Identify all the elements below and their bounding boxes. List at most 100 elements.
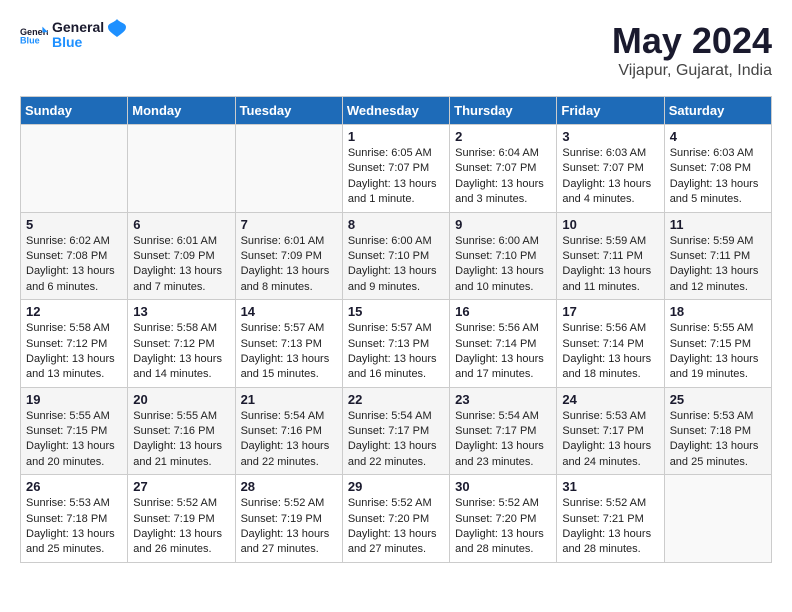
day-info: Sunrise: 5:58 AMSunset: 7:12 PMDaylight:… (26, 321, 122, 383)
calendar-cell: 26 Sunrise: 5:53 AMSunset: 7:18 PMDayligh… (21, 475, 128, 563)
day-info: Sunrise: 5:59 AMSunset: 7:11 PMDaylight:… (562, 234, 658, 296)
day-info: Sunrise: 5:55 AMSunset: 7:15 PMDaylight:… (26, 409, 122, 471)
day-info: Sunrise: 5:53 AMSunset: 7:18 PMDaylight:… (670, 409, 766, 471)
day-info: Sunrise: 5:52 AMSunset: 7:20 PMDaylight:… (348, 496, 444, 558)
calendar-cell: 10Sunrise: 5:59 AMSunset: 7:11 PMDayligh… (557, 212, 664, 300)
day-number: 19 (26, 392, 122, 407)
day-number: 5 (26, 217, 122, 232)
calendar-cell (235, 125, 342, 213)
day-number: 23 (455, 392, 551, 407)
location-subtitle: Vijapur, Gujarat, India (612, 62, 772, 80)
day-info: Sunrise: 5:52 AMSunset: 7:21 PMDaylight:… (562, 496, 658, 558)
calendar-cell: 28 Sunrise: 5:52 AMSunset: 7:19 PMDayligh… (235, 475, 342, 563)
calendar-cell: 19 Sunrise: 5:55 AMSunset: 7:15 PMDayligh… (21, 387, 128, 475)
day-info: Sunrise: 5:56 AMSunset: 7:14 PMDaylight:… (562, 321, 658, 383)
day-number: 20 (133, 392, 229, 407)
month-year-title: May 2024 (612, 20, 772, 62)
calendar-cell: 25 Sunrise: 5:53 AMSunset: 7:18 PMDayligh… (664, 387, 771, 475)
calendar-cell: 14Sunrise: 5:57 AMSunset: 7:13 PMDayligh… (235, 300, 342, 388)
calendar-week-2: 5 Sunrise: 6:02 AMSunset: 7:08 PMDaylight… (21, 212, 772, 300)
header-sunday: Sunday (21, 97, 128, 125)
calendar-week-3: 12 Sunrise: 5:58 AMSunset: 7:12 PMDayligh… (21, 300, 772, 388)
logo: General Blue General Blue (20, 20, 126, 51)
day-number: 31 (562, 479, 658, 494)
day-number: 27 (133, 479, 229, 494)
calendar-cell: 3 Sunrise: 6:03 AMSunset: 7:07 PMDaylight… (557, 125, 664, 213)
header-thursday: Thursday (450, 97, 557, 125)
page-header: General Blue General Blue May 2024 Vijap… (20, 20, 772, 80)
day-number: 4 (670, 129, 766, 144)
calendar-cell: 11Sunrise: 5:59 AMSunset: 7:11 PMDayligh… (664, 212, 771, 300)
day-number: 6 (133, 217, 229, 232)
day-number: 24 (562, 392, 658, 407)
day-info: Sunrise: 5:58 AMSunset: 7:12 PMDaylight:… (133, 321, 229, 383)
day-number: 12 (26, 304, 122, 319)
day-info: Sunrise: 6:02 AMSunset: 7:08 PMDaylight:… (26, 234, 122, 296)
day-info: Sunrise: 6:05 AMSunset: 7:07 PMDaylight:… (348, 146, 444, 208)
day-info: Sunrise: 5:54 AMSunset: 7:17 PMDaylight:… (455, 409, 551, 471)
calendar-cell: 15 Sunrise: 5:57 AMSunset: 7:13 PMDayligh… (342, 300, 449, 388)
calendar-week-1: 1Sunrise: 6:05 AMSunset: 7:07 PMDaylight… (21, 125, 772, 213)
day-number: 2 (455, 129, 551, 144)
logo-bird-icon (108, 19, 126, 41)
day-info: Sunrise: 6:00 AMSunset: 7:10 PMDaylight:… (455, 234, 551, 296)
day-number: 3 (562, 129, 658, 144)
day-number: 8 (348, 217, 444, 232)
calendar-cell (664, 475, 771, 563)
calendar-cell: 1Sunrise: 6:05 AMSunset: 7:07 PMDaylight… (342, 125, 449, 213)
calendar-cell: 12 Sunrise: 5:58 AMSunset: 7:12 PMDayligh… (21, 300, 128, 388)
day-number: 9 (455, 217, 551, 232)
day-number: 26 (26, 479, 122, 494)
header-friday: Friday (557, 97, 664, 125)
calendar-cell: 23 Sunrise: 5:54 AMSunset: 7:17 PMDayligh… (450, 387, 557, 475)
calendar-cell: 21Sunrise: 5:54 AMSunset: 7:16 PMDayligh… (235, 387, 342, 475)
day-info: Sunrise: 5:52 AMSunset: 7:19 PMDaylight:… (241, 496, 337, 558)
calendar-cell (21, 125, 128, 213)
svg-text:Blue: Blue (20, 36, 40, 46)
calendar-header-row: SundayMondayTuesdayWednesdayThursdayFrid… (21, 97, 772, 125)
day-info: Sunrise: 6:03 AMSunset: 7:07 PMDaylight:… (562, 146, 658, 208)
day-info: Sunrise: 5:55 AMSunset: 7:16 PMDaylight:… (133, 409, 229, 471)
calendar-cell: 29 Sunrise: 5:52 AMSunset: 7:20 PMDayligh… (342, 475, 449, 563)
day-info: Sunrise: 5:56 AMSunset: 7:14 PMDaylight:… (455, 321, 551, 383)
day-info: Sunrise: 5:52 AMSunset: 7:19 PMDaylight:… (133, 496, 229, 558)
header-monday: Monday (128, 97, 235, 125)
day-info: Sunrise: 5:55 AMSunset: 7:15 PMDaylight:… (670, 321, 766, 383)
header-saturday: Saturday (664, 97, 771, 125)
calendar-cell (128, 125, 235, 213)
day-info: Sunrise: 5:57 AMSunset: 7:13 PMDaylight:… (348, 321, 444, 383)
day-info: Sunrise: 6:00 AMSunset: 7:10 PMDaylight:… (348, 234, 444, 296)
calendar-cell: 17 Sunrise: 5:56 AMSunset: 7:14 PMDayligh… (557, 300, 664, 388)
day-info: Sunrise: 5:53 AMSunset: 7:18 PMDaylight:… (26, 496, 122, 558)
calendar-cell: 6 Sunrise: 6:01 AMSunset: 7:09 PMDaylight… (128, 212, 235, 300)
day-number: 17 (562, 304, 658, 319)
day-info: Sunrise: 5:52 AMSunset: 7:20 PMDaylight:… (455, 496, 551, 558)
calendar-cell: 22Sunrise: 5:54 AMSunset: 7:17 PMDayligh… (342, 387, 449, 475)
day-number: 13 (133, 304, 229, 319)
day-number: 15 (348, 304, 444, 319)
day-info: Sunrise: 6:01 AMSunset: 7:09 PMDaylight:… (241, 234, 337, 296)
calendar-cell: 4Sunrise: 6:03 AMSunset: 7:08 PMDaylight… (664, 125, 771, 213)
calendar-cell: 2 Sunrise: 6:04 AMSunset: 7:07 PMDaylight… (450, 125, 557, 213)
calendar-cell: 18Sunrise: 5:55 AMSunset: 7:15 PMDayligh… (664, 300, 771, 388)
calendar-cell: 31 Sunrise: 5:52 AMSunset: 7:21 PMDayligh… (557, 475, 664, 563)
day-number: 14 (241, 304, 337, 319)
calendar-body: 1Sunrise: 6:05 AMSunset: 7:07 PMDaylight… (21, 125, 772, 563)
day-number: 28 (241, 479, 337, 494)
calendar-cell: 8 Sunrise: 6:00 AMSunset: 7:10 PMDaylight… (342, 212, 449, 300)
header-wednesday: Wednesday (342, 97, 449, 125)
day-number: 25 (670, 392, 766, 407)
logo-general: General (52, 20, 104, 35)
logo-blue: Blue (52, 35, 104, 50)
day-number: 30 (455, 479, 551, 494)
calendar-cell: 30 Sunrise: 5:52 AMSunset: 7:20 PMDayligh… (450, 475, 557, 563)
day-number: 29 (348, 479, 444, 494)
calendar-table: SundayMondayTuesdayWednesdayThursdayFrid… (20, 96, 772, 563)
calendar-cell: 7Sunrise: 6:01 AMSunset: 7:09 PMDaylight… (235, 212, 342, 300)
day-info: Sunrise: 6:01 AMSunset: 7:09 PMDaylight:… (133, 234, 229, 296)
day-info: Sunrise: 5:59 AMSunset: 7:11 PMDaylight:… (670, 234, 766, 296)
calendar-week-5: 26 Sunrise: 5:53 AMSunset: 7:18 PMDayligh… (21, 475, 772, 563)
day-info: Sunrise: 6:04 AMSunset: 7:07 PMDaylight:… (455, 146, 551, 208)
day-number: 16 (455, 304, 551, 319)
calendar-cell: 16 Sunrise: 5:56 AMSunset: 7:14 PMDayligh… (450, 300, 557, 388)
